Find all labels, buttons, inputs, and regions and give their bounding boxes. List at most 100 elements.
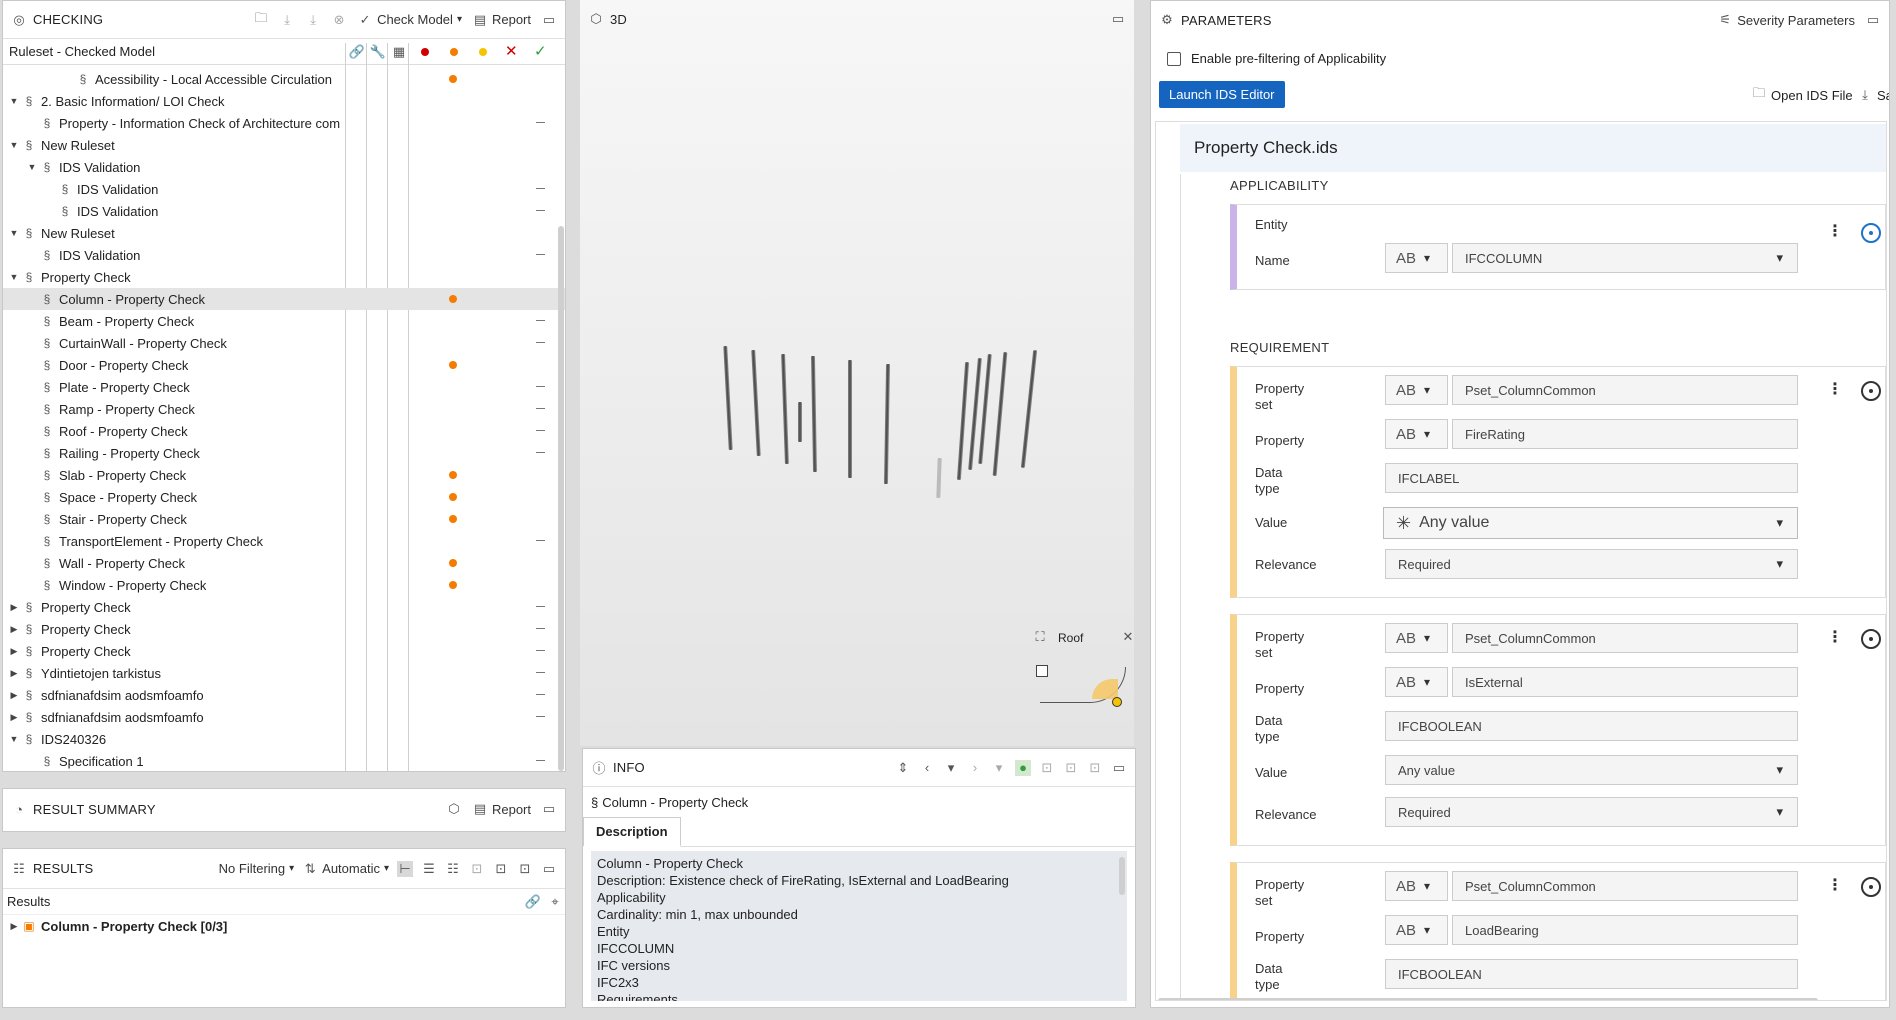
expand-toggle-icon[interactable]: ▶ (7, 712, 21, 723)
pset-field[interactable]: Pset_ColumnCommon (1452, 871, 1798, 901)
pset-type-dropdown[interactable]: AB (1385, 871, 1448, 901)
target-icon[interactable] (1861, 629, 1881, 649)
pset-type-dropdown[interactable]: AB (1385, 623, 1448, 653)
panel-toggle-icon[interactable]: ▭ (1110, 11, 1126, 27)
panel-toggle-icon[interactable]: ▭ (1865, 12, 1881, 28)
cube-icon[interactable]: ⬡ (446, 801, 462, 817)
column-model[interactable] (751, 349, 761, 457)
tree-row[interactable]: ▼ § IDS240326 (3, 728, 565, 750)
property-field[interactable]: IsExternal (1452, 667, 1798, 697)
open-ids-file-button[interactable]: 🗀 Open IDS File (1751, 85, 1852, 103)
tree-row[interactable]: § Window - Property Check (3, 574, 565, 596)
filter-failed-icon[interactable]: ✕ (505, 42, 518, 60)
column-model[interactable] (810, 355, 818, 473)
tree-row[interactable]: § Stair - Property Check (3, 508, 565, 530)
check-model-button[interactable]: ✓ Check Model ▾ (357, 12, 462, 28)
tree-row[interactable]: § CurtainWall - Property Check (3, 332, 565, 354)
column-model[interactable] (1020, 350, 1038, 468)
value-dropdown[interactable]: ✳ Any value (1383, 507, 1798, 539)
tree-row[interactable]: § Space - Property Check (3, 486, 565, 508)
tree-row[interactable]: ▼ § 2. Basic Information/ LOI Check (3, 90, 565, 112)
expand-icon[interactable]: ⛶ (1032, 629, 1048, 645)
grid-icon[interactable]: ▦ (391, 44, 407, 60)
3d-view-panel[interactable]: ⬡ 3D ▭ ⛶ Roof ✕ (580, 0, 1134, 746)
tree-row[interactable]: § Acessibility - Local Accessible Circula… (3, 68, 565, 90)
cancel-icon[interactable]: ⊗ (331, 12, 347, 28)
severity-parameters-button[interactable]: ⚟ Severity Parameters (1717, 12, 1855, 28)
expand-toggle-icon[interactable]: ▼ (25, 162, 39, 172)
pset-type-dropdown[interactable]: AB (1385, 375, 1448, 405)
tree-row[interactable]: ▶ § Property Check (3, 618, 565, 640)
tree-row[interactable]: § IDS Validation (3, 178, 565, 200)
property-field[interactable]: FireRating (1452, 419, 1798, 449)
tree-scrollbar[interactable] (558, 226, 564, 771)
tree-row[interactable]: § Beam - Property Check (3, 310, 565, 332)
filter-passed-icon[interactable]: ✓ (534, 42, 547, 60)
property-field[interactable]: LoadBearing (1452, 915, 1798, 945)
filter-major-icon[interactable] (450, 48, 458, 56)
expand-toggle-icon[interactable]: ▶ (7, 668, 21, 679)
entity-name-field[interactable]: IFCCOLUMN (1452, 243, 1798, 273)
kebab-menu-icon[interactable]: ⋮ (1827, 379, 1843, 399)
link-icon[interactable]: 🔗 (525, 894, 541, 910)
tree-row[interactable]: ▼ § New Ruleset (3, 222, 565, 244)
summary-report-button[interactable]: ▤ Report (472, 801, 531, 817)
chevron-down-icon[interactable]: ▾ (991, 760, 1007, 776)
column-model[interactable] (781, 353, 789, 465)
pset-field[interactable]: Pset_ColumnCommon (1452, 623, 1798, 653)
chevron-left-icon[interactable]: ‹ (919, 760, 935, 776)
column-model[interactable] (936, 457, 942, 499)
download-all-icon[interactable]: ⤓ (305, 12, 321, 28)
navigation-widget[interactable]: ⛶ Roof ✕ (1032, 623, 1134, 723)
panel-toggle-icon[interactable]: ▭ (1111, 760, 1127, 776)
wrench-icon[interactable]: 🔧 (370, 44, 386, 60)
focus-icon[interactable]: ⌖ (547, 894, 563, 910)
tree-row[interactable]: § Wall - Property Check (3, 552, 565, 574)
column-model[interactable] (798, 402, 802, 442)
target-icon[interactable] (1861, 877, 1881, 897)
tree-row[interactable]: ▼ § IDS Validation (3, 156, 565, 178)
automatic-dropdown[interactable]: ⇅ Automatic ▾ (302, 861, 389, 877)
data-type-field[interactable]: IFCBOOLEAN (1385, 959, 1798, 989)
filter-dropdown[interactable]: No Filtering ▾ (219, 861, 295, 876)
lock-icon[interactable]: ⊡ (1063, 760, 1079, 776)
expand-toggle-icon[interactable]: ▼ (7, 96, 21, 106)
tree-view-icon[interactable]: ⊢ (397, 860, 413, 877)
kebab-menu-icon[interactable]: ⋮ (1827, 875, 1843, 895)
tree-row[interactable]: § Roof - Property Check (3, 420, 565, 442)
tab-description[interactable]: Description (583, 817, 681, 847)
expand-icon[interactable]: ▶ (7, 921, 21, 932)
tree-row[interactable]: ▶ § Property Check (3, 640, 565, 662)
filter-minor-icon[interactable] (479, 48, 487, 56)
tree-row[interactable]: ▶ § sdfnianafdsim aodsmfoamfo (3, 684, 565, 706)
expand-toggle-icon[interactable]: ▶ (7, 646, 21, 657)
report-button[interactable]: ▤ Report (472, 12, 531, 28)
property-type-dropdown[interactable]: AB (1385, 915, 1448, 945)
tree-row[interactable]: § TransportElement - Property Check (3, 530, 565, 552)
tree-row[interactable]: § Slab - Property Check (3, 464, 565, 486)
info-scrollbar[interactable] (1119, 857, 1125, 895)
name-type-dropdown[interactable]: AB (1385, 243, 1448, 273)
tree-row[interactable]: § Ramp - Property Check (3, 398, 565, 420)
column-model[interactable] (992, 352, 1008, 476)
column-model[interactable] (883, 363, 891, 485)
tree-row[interactable]: § Property - Information Check of Archite… (3, 112, 565, 134)
link-icon[interactable]: 🔗 (349, 44, 365, 60)
relevance-dropdown[interactable]: Required (1385, 549, 1798, 579)
value-dropdown[interactable]: Any value (1385, 755, 1798, 785)
prefilter-checkbox[interactable] (1167, 51, 1181, 66)
panel-toggle-icon[interactable]: ▭ (541, 861, 557, 877)
close-icon[interactable]: ✕ (1120, 629, 1134, 645)
folder-icon[interactable]: 🗀 (253, 10, 269, 28)
results-row[interactable]: ▶ ▣ Column - Property Check [0/3] (3, 915, 565, 937)
list-view-icon[interactable]: ☰ (421, 861, 437, 877)
property-type-dropdown[interactable]: AB (1385, 419, 1448, 449)
expand-toggle-icon[interactable]: ▶ (7, 602, 21, 613)
chevron-right-icon[interactable]: › (967, 760, 983, 776)
pset-field[interactable]: Pset_ColumnCommon (1452, 375, 1798, 405)
panel-toggle-icon[interactable]: ▭ (541, 801, 557, 817)
export-icon[interactable]: ⊡ (517, 861, 533, 877)
horizontal-scrollbar[interactable] (1158, 998, 1818, 1000)
expand-toggle-icon[interactable]: ▼ (7, 734, 21, 744)
issue-icon[interactable]: ⊡ (469, 861, 485, 877)
